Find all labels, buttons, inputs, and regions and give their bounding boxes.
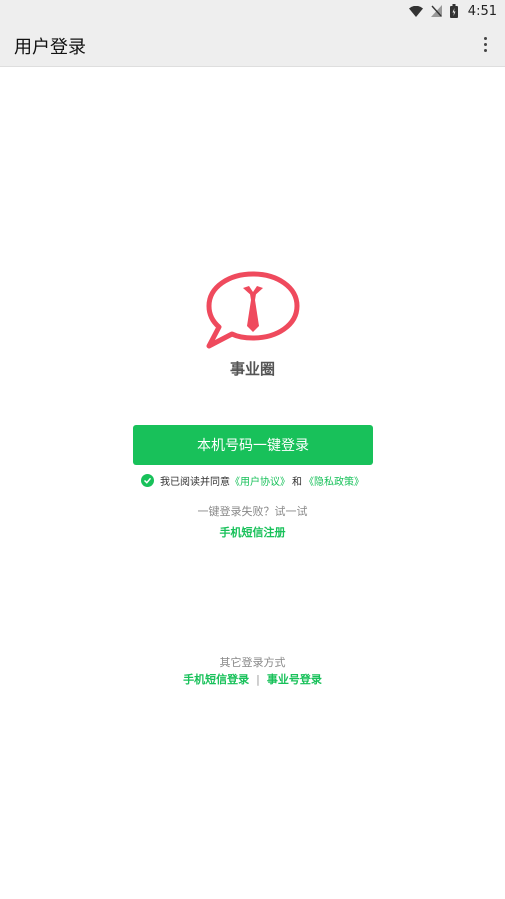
clock: 4:51 <box>467 3 497 19</box>
other-login-options: 手机短信登录 | 事业号登录 <box>0 671 505 687</box>
other-login-title: 其它登录方式 <box>219 656 286 669</box>
app-bar: 用户登录 <box>0 22 505 67</box>
agreement-row: 我已阅读并同意 《用户协议》 和 《隐私政策》 <box>0 473 505 488</box>
check-icon <box>143 477 152 484</box>
sms-register-link[interactable]: 手机短信注册 <box>220 526 286 539</box>
career-account-login-link[interactable]: 事业号登录 <box>267 671 322 687</box>
separator: | <box>256 672 260 686</box>
privacy-policy-link[interactable]: 《隐私政策》 <box>304 473 364 488</box>
wifi-icon <box>408 5 423 17</box>
page-title: 用户登录 <box>14 37 86 58</box>
app-logo <box>205 270 301 350</box>
agreement-and: 和 <box>292 477 302 488</box>
agreement-prefix: 我已阅读并同意 <box>160 477 230 488</box>
app-name: 事业圈 <box>229 360 275 378</box>
status-bar: 4:51 <box>0 0 505 22</box>
login-failed-prompt: 一键登录失败？试一试 <box>197 505 308 518</box>
agreement-checkbox[interactable] <box>141 474 154 487</box>
signal-icon <box>430 5 442 17</box>
sms-login-link[interactable]: 手机短信登录 <box>183 671 249 687</box>
one-click-login-button[interactable]: 本机号码一键登录 <box>133 425 373 465</box>
more-options-icon[interactable] <box>475 32 495 56</box>
battery-icon <box>449 4 458 18</box>
sms-register-link-row: 手机短信注册 <box>0 524 505 540</box>
user-agreement-link[interactable]: 《用户协议》 <box>230 473 290 488</box>
